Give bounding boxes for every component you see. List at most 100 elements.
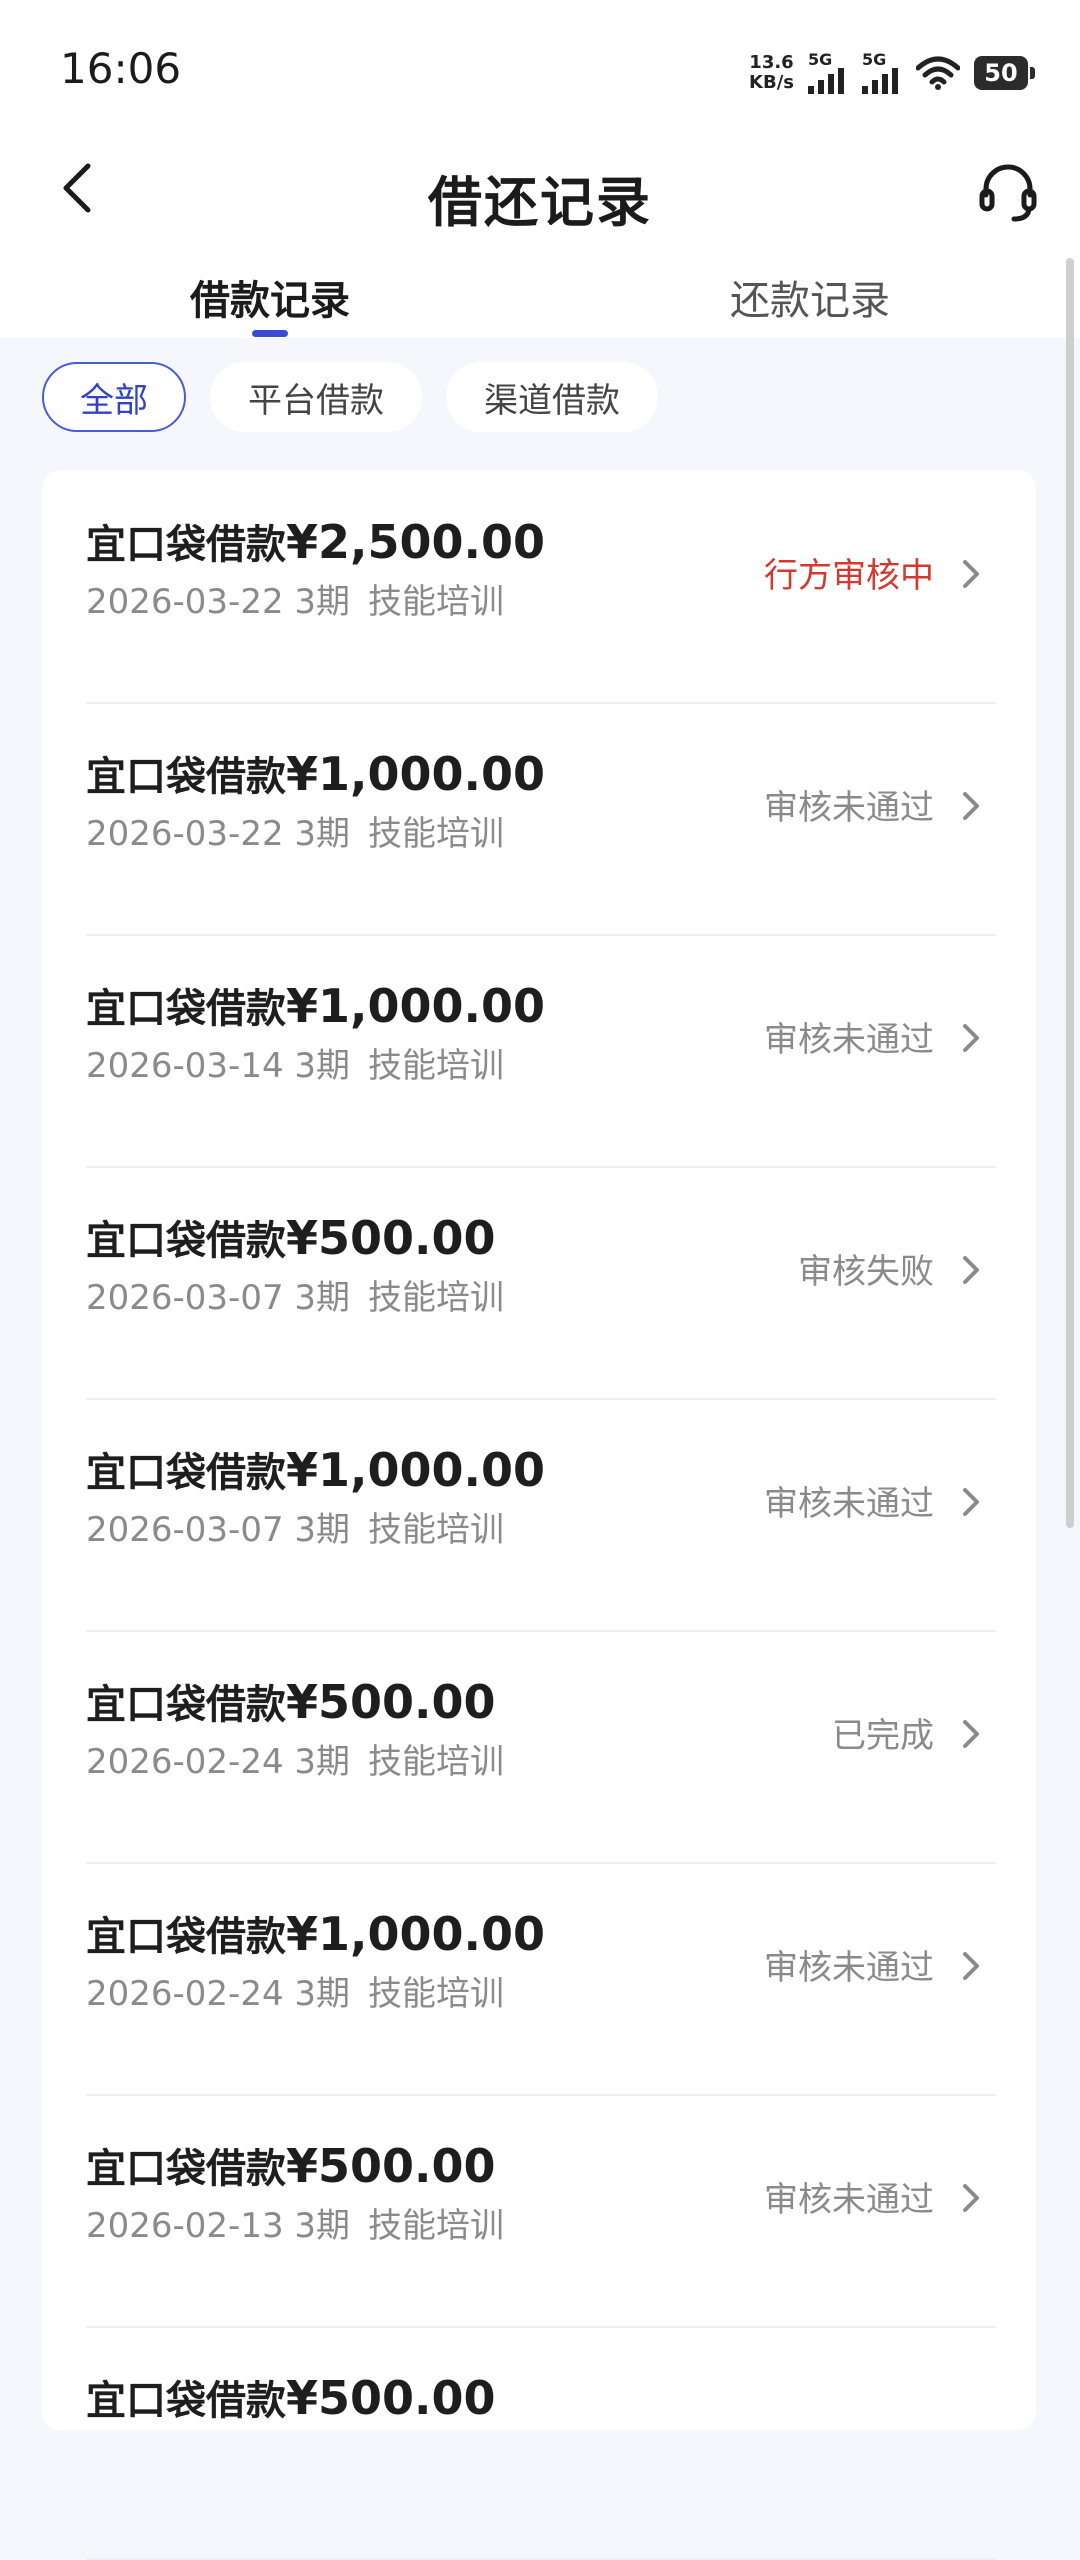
filter-platform[interactable]: 平台借款 — [210, 362, 422, 432]
record-name: 宜口袋借款 — [86, 1914, 286, 1960]
record-title: 宜口袋借款¥500.00 — [86, 2368, 496, 2426]
signal-bars-icon — [862, 68, 898, 94]
record-amount: ¥2,500.00 — [286, 515, 545, 569]
record-title: 宜口袋借款¥500.00 — [86, 1208, 496, 1266]
page-title: 借还记录 — [428, 171, 652, 234]
record-term: 3期 — [283, 1278, 351, 1318]
list-item[interactable]: 宜口袋借款¥500.00 — [86, 2326, 996, 2560]
chevron-right-icon — [963, 1256, 979, 1284]
record-details: 2026-03-14 3期 技能培训 — [86, 1038, 504, 1087]
record-term: 3期 — [283, 814, 351, 854]
chevron-right-icon — [963, 1488, 979, 1516]
record-amount: ¥1,000.00 — [286, 747, 545, 801]
list-item[interactable]: 宜口袋借款¥1,000.00 2026-03-07 3期 技能培训 审核未通过 — [86, 1398, 996, 1632]
tab-borrow-records[interactable]: 借款记录 — [190, 268, 350, 326]
record-status: 审核未通过 — [764, 1948, 934, 1988]
chevron-right-icon — [963, 1952, 979, 1980]
network-speed-value: 13.6 — [749, 52, 794, 73]
record-purpose: 技能培训 — [368, 2206, 505, 2246]
record-name: 宜口袋借款 — [86, 2378, 286, 2424]
list-item[interactable]: 宜口袋借款¥1,000.00 2026-03-22 3期 技能培训 审核未通过 — [86, 702, 996, 936]
record-status: 行方审核中 — [764, 556, 934, 596]
status-icons: 13.6 KB/s 5G 5G 50 — [749, 48, 1035, 98]
record-status: 审核未通过 — [764, 788, 934, 828]
record-date: 2026-03-07 — [86, 1278, 284, 1318]
record-amount: ¥1,000.00 — [286, 1907, 545, 1961]
record-status: 审核未通过 — [764, 1484, 934, 1524]
record-term: 3期 — [283, 1974, 351, 2014]
record-purpose: 技能培训 — [368, 814, 505, 854]
record-term: 3期 — [283, 1046, 351, 1086]
signal-icon-sim1: 5G — [808, 52, 848, 94]
record-list: 宜口袋借款¥2,500.00 2026-03-22 3期 技能培训 行方审核中 宜口袋借… — [42, 470, 1036, 2560]
record-name: 宜口袋借款 — [86, 986, 286, 1032]
record-name: 宜口袋借款 — [86, 522, 286, 568]
filter-channel[interactable]: 渠道借款 — [446, 362, 658, 432]
record-amount: ¥500.00 — [286, 1675, 496, 1729]
list-item[interactable]: 宜口袋借款¥2,500.00 2026-03-22 3期 技能培训 行方审核中 — [86, 470, 996, 704]
chevron-right-icon — [963, 1720, 979, 1748]
record-name: 宜口袋借款 — [86, 1450, 286, 1496]
list-item[interactable]: 宜口袋借款¥500.00 2026-02-24 3期 技能培训 已完成 — [86, 1630, 996, 1864]
sim1-label: 5G — [808, 50, 833, 69]
record-title: 宜口袋借款¥1,000.00 — [86, 976, 545, 1034]
record-details: 2026-02-13 3期 技能培训 — [86, 2198, 504, 2247]
scrollbar[interactable] — [1066, 258, 1074, 1528]
record-name: 宜口袋借款 — [86, 754, 286, 800]
customer-service-button[interactable] — [976, 160, 1040, 224]
record-details: 2026-03-22 3期 技能培训 — [86, 806, 504, 855]
record-term: 3期 — [283, 2206, 351, 2246]
tab-repay-records[interactable]: 还款记录 — [730, 268, 890, 326]
battery-icon: 50 — [974, 56, 1035, 90]
record-title: 宜口袋借款¥500.00 — [86, 2136, 496, 2194]
active-tab-indicator — [252, 330, 288, 337]
record-title: 宜口袋借款¥1,000.00 — [86, 744, 545, 802]
record-purpose: 技能培训 — [368, 1974, 505, 2014]
record-details: 2026-02-24 3期 技能培训 — [86, 1966, 504, 2015]
record-title: 宜口袋借款¥2,500.00 — [86, 512, 545, 570]
record-amount: ¥500.00 — [286, 1211, 496, 1265]
record-status: 审核失败 — [798, 1252, 934, 1292]
status-time: 16:06 — [60, 44, 182, 93]
wifi-icon — [916, 56, 960, 90]
chevron-right-icon — [963, 792, 979, 820]
record-purpose: 技能培训 — [368, 1278, 505, 1318]
record-details: 2026-03-22 3期 技能培训 — [86, 574, 504, 623]
record-name: 宜口袋借款 — [86, 2146, 286, 2192]
record-details: 2026-03-07 3期 技能培训 — [86, 1270, 504, 1319]
record-details: 2026-02-24 3期 技能培训 — [86, 1734, 504, 1783]
record-title: 宜口袋借款¥1,000.00 — [86, 1904, 545, 1962]
record-purpose: 技能培训 — [368, 1742, 505, 1782]
record-status: 已完成 — [832, 1716, 934, 1756]
record-title: 宜口袋借款¥1,000.00 — [86, 1440, 545, 1498]
signal-bars-icon — [808, 68, 844, 94]
sim2-label: 5G — [862, 50, 887, 69]
record-amount: ¥1,000.00 — [286, 979, 545, 1033]
list-item[interactable]: 宜口袋借款¥500.00 2026-02-13 3期 技能培训 审核未通过 — [86, 2094, 996, 2328]
chevron-right-icon — [963, 1024, 979, 1052]
record-purpose: 技能培训 — [368, 1046, 505, 1086]
record-date: 2026-03-07 — [86, 1510, 284, 1550]
record-purpose: 技能培训 — [368, 582, 505, 622]
chevron-right-icon — [963, 560, 979, 588]
network-speed: 13.6 KB/s — [749, 53, 794, 93]
record-name: 宜口袋借款 — [86, 1218, 286, 1264]
record-date: 2026-02-24 — [86, 1742, 284, 1782]
headset-icon — [979, 164, 1037, 222]
list-item[interactable]: 宜口袋借款¥1,000.00 2026-02-24 3期 技能培训 审核未通过 — [86, 1862, 996, 2096]
record-term: 3期 — [283, 1742, 351, 1782]
list-item[interactable]: 宜口袋借款¥500.00 2026-03-07 3期 技能培训 审核失败 — [86, 1166, 996, 1400]
chevron-right-icon — [963, 2184, 979, 2212]
list-item[interactable]: 宜口袋借款¥1,000.00 2026-03-14 3期 技能培训 审核未通过 — [86, 934, 996, 1168]
record-date: 2026-02-24 — [86, 1974, 284, 2014]
record-date: 2026-02-13 — [86, 2206, 284, 2246]
top-bar: 16:06 13.6 KB/s 5G 5G 50 借还记录 借款记录 还款记录 — [0, 0, 1080, 338]
record-amount: ¥1,000.00 — [286, 1443, 545, 1497]
record-name: 宜口袋借款 — [86, 1682, 286, 1728]
record-date: 2026-03-22 — [86, 814, 284, 854]
record-purpose: 技能培训 — [368, 1510, 505, 1550]
record-amount: ¥500.00 — [286, 2371, 496, 2425]
record-status: 审核未通过 — [764, 2180, 934, 2220]
filter-all[interactable]: 全部 — [42, 362, 186, 432]
record-date: 2026-03-14 — [86, 1046, 284, 1086]
